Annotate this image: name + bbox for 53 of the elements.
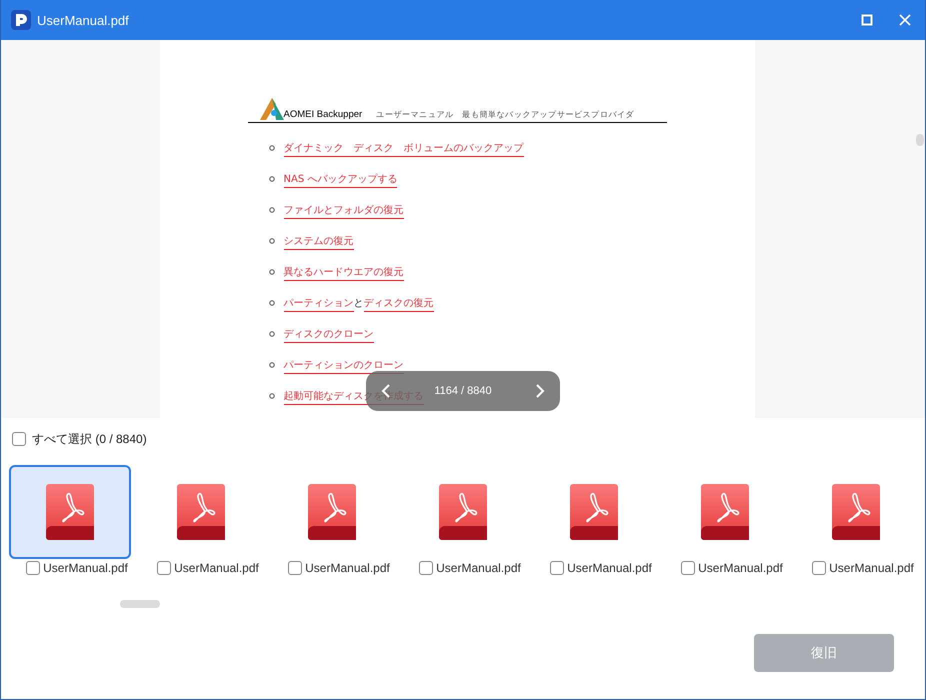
maximize-icon[interactable] — [861, 14, 873, 26]
document-link[interactable]: ディスクのクローン — [284, 327, 374, 343]
bullet-icon — [268, 331, 274, 337]
file-tile[interactable] — [9, 465, 131, 559]
bullet-icon — [268, 145, 274, 151]
document-link[interactable]: ディスクの復元 — [364, 296, 434, 312]
close-icon[interactable] — [899, 14, 911, 26]
file-checkbox[interactable] — [288, 561, 302, 575]
bullet-icon — [268, 393, 274, 399]
pdf-file-icon — [46, 484, 94, 540]
file-name: UserManual.pdf — [567, 561, 652, 575]
select-all-checkbox[interactable] — [12, 432, 26, 446]
logo-icon — [260, 96, 286, 120]
bullet-icon — [268, 207, 274, 213]
next-icon[interactable] — [534, 384, 545, 398]
file-checkbox[interactable] — [157, 561, 172, 575]
document-link[interactable]: NAS へバックアップする — [284, 172, 398, 188]
file-name: UserManual.pdf — [698, 561, 783, 575]
bullet-icon — [268, 269, 274, 275]
file-checkbox[interactable] — [812, 561, 826, 575]
page-counter: 1164 / 8840 — [434, 385, 492, 397]
file-checkbox[interactable] — [681, 561, 696, 575]
select-all-label: すべて選択 (0 / 8840) — [32, 430, 147, 448]
file-checkbox[interactable] — [26, 561, 40, 575]
pdf-file-icon — [177, 484, 225, 540]
bullet-icon — [268, 362, 274, 368]
document-link[interactable]: システムの復元 — [284, 234, 354, 250]
document-link[interactable]: 異なるハードウエアの復元 — [284, 265, 404, 281]
file-checkbox[interactable] — [550, 561, 564, 575]
document-link[interactable]: パーティション — [284, 296, 354, 312]
pdf-file-icon — [570, 484, 618, 540]
scrollbar-thumb[interactable] — [916, 134, 924, 146]
pdf-file-icon — [701, 484, 749, 540]
bullet-icon — [268, 300, 274, 306]
document-link[interactable]: ファイルとフォルダの復元 — [284, 203, 404, 219]
bullet-icon — [268, 238, 274, 244]
document-subtitle: ユーザーマニュアル 最も簡単なバックアップサービスプロバイダ — [376, 109, 634, 120]
bullet-icon — [268, 176, 274, 182]
file-name: UserManual.pdf — [436, 561, 521, 575]
scrollbar-thumb[interactable] — [120, 600, 160, 608]
file-name: UserManual.pdf — [829, 561, 914, 575]
file-name: UserManual.pdf — [174, 561, 259, 575]
pdf-file-icon — [439, 484, 487, 540]
brand-name: AOMEI Backupper — [284, 109, 362, 120]
document-text: と — [354, 297, 364, 310]
file-name: UserManual.pdf — [43, 561, 128, 575]
file-checkbox[interactable] — [419, 561, 434, 575]
window-title: UserManual.pdf — [37, 12, 129, 28]
app-icon — [11, 10, 31, 30]
pdf-file-icon — [308, 484, 356, 540]
document-link[interactable]: ダイナミック ディスク ボリュームのバックアップ — [284, 141, 524, 157]
file-name: UserManual.pdf — [305, 561, 390, 575]
pdf-file-icon — [832, 484, 880, 540]
